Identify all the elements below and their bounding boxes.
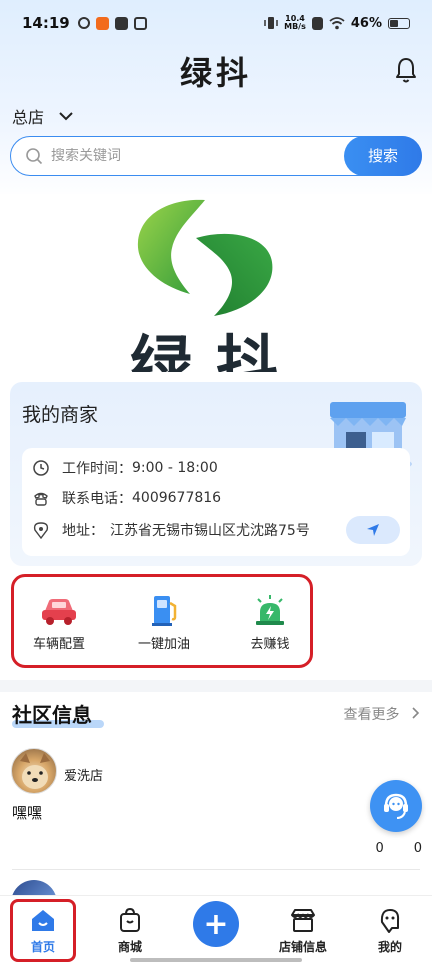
post-content[interactable]: 嘿嘿 <box>12 802 42 823</box>
quick-action-label: 车辆配置 <box>32 637 85 652</box>
battery-icon <box>388 17 410 29</box>
sim-icon <box>311 16 323 30</box>
mail-icon <box>114 16 128 30</box>
address-row: 地址： 江苏省无锡市锡山区尤沈路75号 <box>32 520 310 540</box>
post-username[interactable]: 爱洗店 <box>64 765 103 784</box>
chevron-right-icon <box>412 707 420 719</box>
status-bar: 14:19 10.4 MB/s 46% <box>0 0 432 46</box>
hours-value: 9:00 - 18:00 <box>132 460 218 476</box>
banner-logo-text: 绿抖 <box>129 328 302 372</box>
store-selector-label: 总店 <box>12 108 45 127</box>
tab-mall[interactable]: 商城 <box>95 906 165 955</box>
gesture-bar <box>130 958 302 962</box>
search-bar: 搜索 <box>10 135 422 176</box>
quick-action-vehicle-config[interactable]: 车辆配置 <box>14 593 104 652</box>
location-pin-icon <box>33 522 49 539</box>
chevron-down-icon <box>59 112 73 121</box>
battery-percent: 46% <box>350 15 382 31</box>
search-input[interactable] <box>51 148 331 164</box>
customer-service-button[interactable] <box>370 780 422 832</box>
community-section-title: 社区信息 <box>12 699 104 728</box>
tab-store-info[interactable]: 店铺信息 <box>268 906 338 955</box>
avatar[interactable] <box>11 748 57 794</box>
address-label: 地址： <box>62 523 104 539</box>
address-value: 江苏省无锡市锡山区尤沈路75号 <box>110 523 310 539</box>
telephone-icon <box>34 492 48 506</box>
post-stats: 0 0 <box>375 841 422 856</box>
search-icon <box>26 148 43 165</box>
app-title: 绿抖 <box>179 54 252 92</box>
merchant-title: 我的商家 <box>22 404 99 426</box>
clock-icon <box>33 460 49 476</box>
app-badge-icon <box>95 16 109 30</box>
bell-icon[interactable] <box>394 56 418 84</box>
quick-action-label: 去赚钱 <box>250 637 290 652</box>
status-time: 14:19 <box>22 14 70 32</box>
storefront-icon <box>291 909 315 932</box>
profile-icon <box>380 909 400 933</box>
tab-mine[interactable]: 我的 <box>355 906 425 955</box>
view-more-link[interactable]: 查看更多 <box>344 704 420 724</box>
plus-icon[interactable]: + <box>193 901 239 947</box>
quick-action-earn-money[interactable]: 去赚钱 <box>225 593 315 652</box>
quick-actions-group: 车辆配置 一键加油 去赚钱 <box>11 574 313 668</box>
shopping-bag-icon <box>120 907 140 932</box>
wifi-icon <box>329 16 345 29</box>
store-selector[interactable]: 总店 <box>12 104 74 128</box>
phone-value: 4009677816 <box>132 490 222 506</box>
siren-icon <box>256 595 284 625</box>
home-tab-highlight <box>10 899 76 962</box>
section-divider <box>0 680 432 692</box>
app-notification-icon <box>77 17 90 29</box>
navigate-button[interactable] <box>346 516 400 544</box>
network-speed: 10.4 MB/s <box>284 14 306 31</box>
fuel-pump-icon <box>152 596 177 626</box>
my-merchant-card: 我的商家 工作时间： 9:00 - 18:00 联系电话： 4009677816… <box>10 382 422 566</box>
brand-banner[interactable]: 绿抖 <box>0 194 432 372</box>
search-button[interactable]: 搜索 <box>344 135 422 176</box>
post-stat-b: 0 <box>413 841 422 856</box>
dog-avatar-icon <box>20 753 50 789</box>
merchant-info-panel: 工作时间： 9:00 - 18:00 联系电话： 4009677816 地址： … <box>22 448 410 556</box>
notification-icons <box>77 16 147 30</box>
phone-row[interactable]: 联系电话： 4009677816 <box>32 488 221 508</box>
quick-action-label: 一键加油 <box>137 637 190 652</box>
brand-logo-icon <box>137 199 273 316</box>
vibrate-icon <box>264 17 278 29</box>
post-separator <box>12 869 420 870</box>
phone-label: 联系电话： <box>62 491 132 507</box>
navigation-arrow-icon <box>367 524 379 536</box>
hours-row: 工作时间： 9:00 - 18:00 <box>32 458 218 478</box>
post-stat-a: 0 <box>375 841 384 856</box>
car-icon <box>42 599 76 625</box>
hours-label: 工作时间： <box>62 461 132 477</box>
calendar-icon <box>133 16 147 30</box>
quick-action-refuel[interactable]: 一键加油 <box>119 593 209 652</box>
headset-icon <box>384 793 408 819</box>
